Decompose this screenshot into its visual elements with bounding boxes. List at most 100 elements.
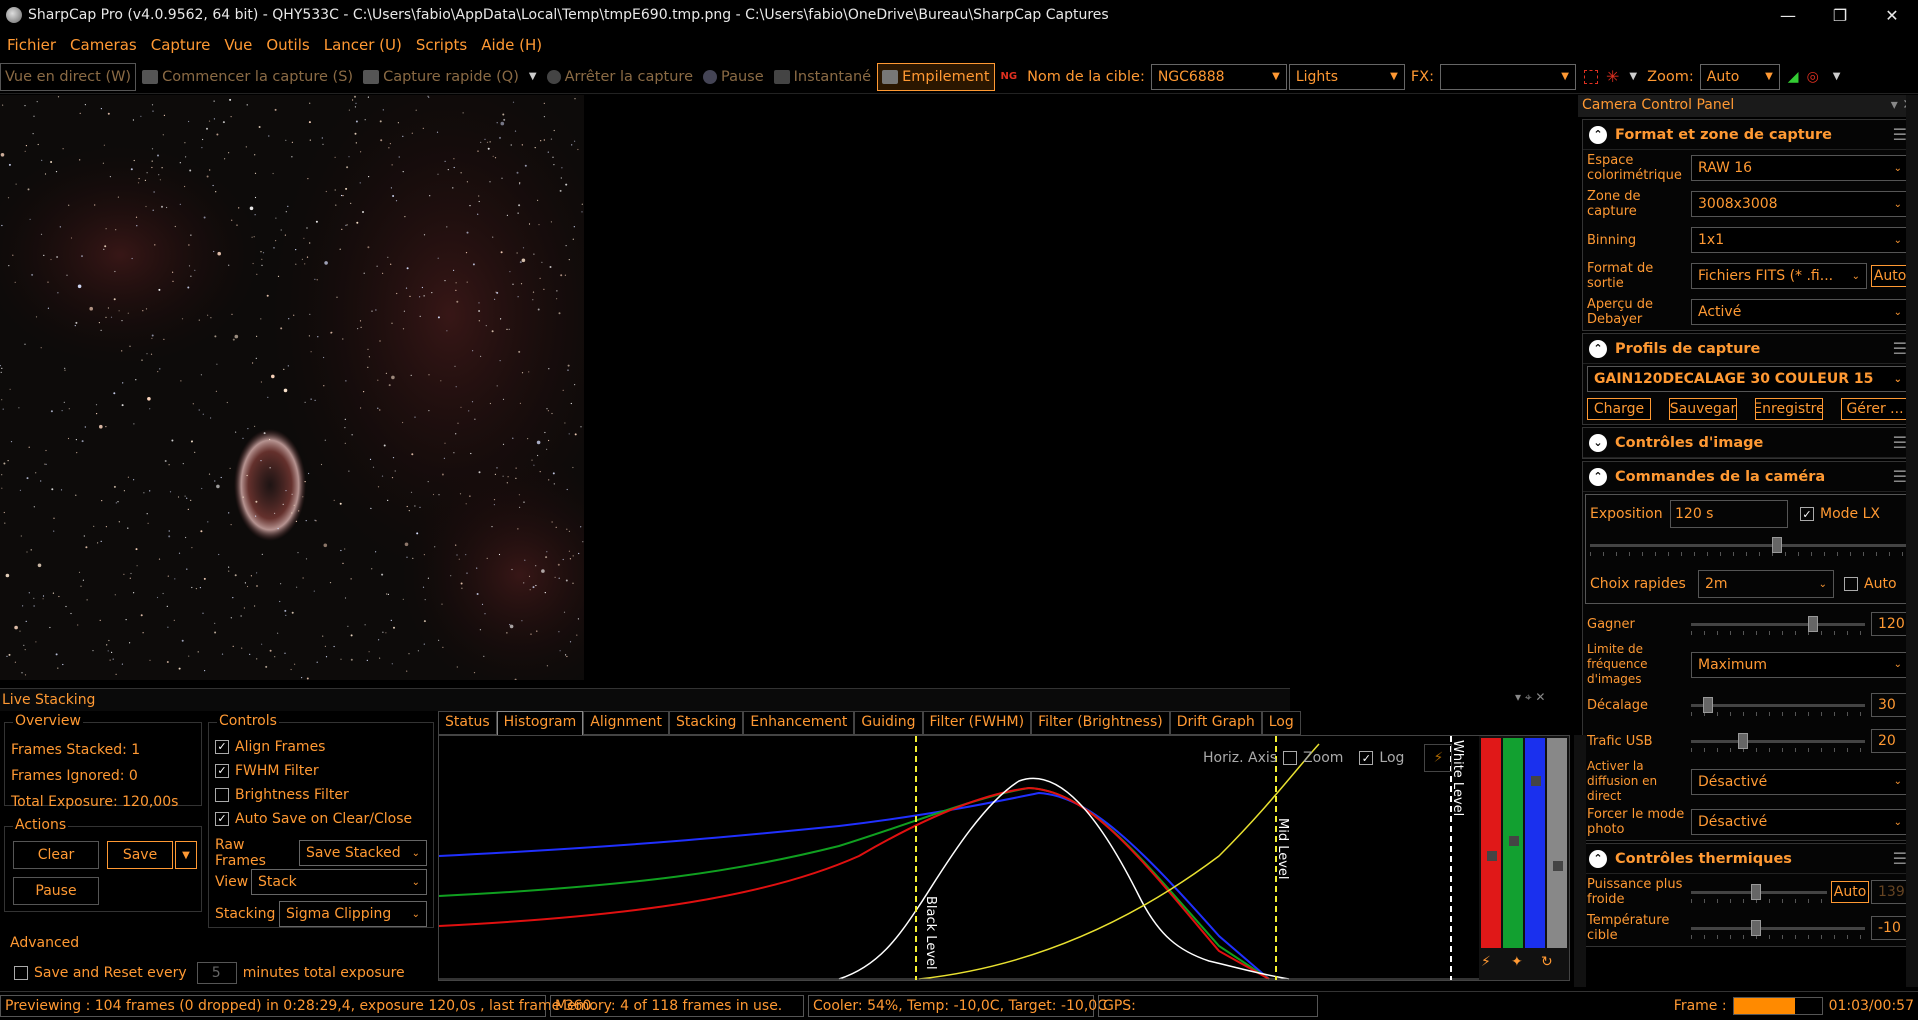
exposure-slider[interactable] (1590, 535, 1906, 563)
gain-value[interactable]: 120 (1871, 612, 1909, 636)
offset-slider[interactable] (1691, 695, 1865, 716)
tab-drift-graph[interactable]: Drift Graph (1169, 711, 1262, 735)
auto-exposure-checkbox[interactable] (1844, 577, 1858, 591)
offset-thumb[interactable] (1703, 697, 1714, 713)
fps-combo[interactable]: Maximum ⌄ (1691, 651, 1909, 678)
menu-aide[interactable]: Aide (H) (474, 36, 549, 54)
colorspace-combo[interactable]: RAW 16 ⌄ (1691, 155, 1909, 181)
tab-histogram[interactable]: Histogram (496, 711, 584, 735)
gain-slider[interactable] (1691, 614, 1865, 635)
tab-filter-brightness[interactable]: Filter (Brightness) (1031, 711, 1170, 735)
green-thumb[interactable] (1509, 836, 1519, 846)
stacking-combo[interactable]: Sigma Clipping ⌄ (279, 901, 427, 927)
minutes-stepper[interactable]: 5 (196, 962, 237, 984)
red-channel-bar[interactable] (1481, 738, 1501, 948)
frame-type-combo[interactable]: Lights ▼ (1288, 63, 1405, 90)
offset-value[interactable]: 30 (1871, 693, 1909, 717)
menu-capture[interactable]: Capture (144, 36, 218, 54)
collapse-icon[interactable]: ⌃ (1589, 467, 1607, 486)
cooler-auto-button[interactable]: Auto (1831, 881, 1869, 903)
red-thumb[interactable] (1487, 851, 1497, 861)
camera-controls-header[interactable]: ⌃ Commandes de la caméra ☰ (1583, 462, 1913, 492)
log-checkbox[interactable]: ✓ (1359, 751, 1374, 765)
manage-profiles-button[interactable]: Gérer ... (1841, 398, 1909, 420)
load-profile-button[interactable]: Charge (1587, 398, 1651, 420)
image-controls-header[interactable]: ⌄ Contrôles d'image ☰ (1583, 428, 1913, 458)
exposure-input[interactable]: 120 s (1670, 500, 1788, 528)
star-icon[interactable]: ✦ (1511, 954, 1523, 970)
lx-mode-checkbox[interactable]: ✓ (1800, 507, 1814, 521)
usb-thumb[interactable] (1738, 733, 1749, 749)
histogram-icon[interactable]: ◢ (1788, 69, 1799, 85)
snapshot-button[interactable]: Instantané (770, 63, 875, 91)
stacking-button[interactable]: Empilement (877, 62, 995, 91)
profiles-section-header[interactable]: ⌃ Profils de capture ☰ (1583, 334, 1913, 364)
minimize-icon[interactable]: — (1762, 0, 1814, 30)
lum-channel-bar[interactable] (1547, 738, 1567, 948)
hamburger-icon[interactable]: ☰ (1893, 849, 1907, 868)
tab-filter-fwhm[interactable]: Filter (FWHM) (922, 711, 1032, 735)
tab-alignment[interactable]: Alignment (583, 711, 669, 735)
hamburger-icon[interactable]: ☰ (1893, 339, 1907, 358)
start-capture-button[interactable]: Commencer la capture (S) (138, 63, 357, 91)
stream-combo[interactable]: Désactivé ⌄ (1691, 768, 1909, 795)
tab-guiding[interactable]: Guiding (854, 711, 923, 735)
close-icon[interactable]: ✕ (1866, 0, 1918, 30)
lum-thumb[interactable] (1553, 861, 1563, 871)
pause-stacking-button[interactable]: Pause (13, 877, 99, 905)
chevron-down-icon[interactable]: ▼ (1629, 71, 1637, 82)
menu-outils[interactable]: Outils (259, 36, 316, 54)
reset-icon[interactable]: ↻ (1541, 954, 1553, 970)
menu-scripts[interactable]: Scripts (409, 36, 474, 54)
tab-stacking[interactable]: Stacking (668, 711, 744, 735)
menu-lancer[interactable]: Lancer (U) (317, 36, 409, 54)
save-profile-button[interactable]: Sauvegar (1669, 398, 1737, 420)
blue-thumb[interactable] (1531, 776, 1541, 786)
tab-status[interactable]: Status (438, 711, 497, 735)
fwhm-filter-checkbox[interactable]: ✓ (215, 764, 229, 778)
photo-mode-combo[interactable]: Désactivé ⌄ (1691, 809, 1909, 835)
tab-enhancement[interactable]: Enhancement (743, 711, 855, 735)
save-reset-checkbox[interactable] (14, 966, 28, 980)
usb-value[interactable]: 20 (1871, 729, 1909, 753)
target-temp-value[interactable]: -10 (1871, 916, 1909, 940)
zoom-combo[interactable]: Auto ▼ (1699, 63, 1780, 90)
align-frames-checkbox[interactable]: ✓ (215, 740, 229, 754)
save-button[interactable]: Save (107, 841, 173, 869)
chevron-down-icon[interactable]: ▼ (1833, 71, 1841, 82)
cooler-power-slider[interactable] (1691, 882, 1827, 903)
thermal-header[interactable]: ⌃ Contrôles thermiques ☰ (1583, 844, 1913, 874)
save-dropdown-icon[interactable]: ▼ (175, 841, 197, 869)
output-auto-button[interactable]: Auto (1871, 265, 1909, 287)
roi-icon[interactable] (1584, 69, 1598, 84)
collapse-icon[interactable]: ⌃ (1589, 849, 1607, 868)
binning-combo[interactable]: 1x1 ⌄ (1691, 227, 1909, 253)
menu-vue[interactable]: Vue (217, 36, 259, 54)
profile-combo[interactable]: GAIN120DECALAGE 30 COULEUR 15 ⌄ (1587, 366, 1909, 392)
gain-thumb[interactable] (1807, 616, 1818, 632)
tab-log[interactable]: Log (1261, 711, 1301, 735)
record-profile-button[interactable]: Enregistre (1755, 398, 1823, 420)
brightness-filter-checkbox[interactable] (215, 788, 229, 802)
auto-save-checkbox[interactable]: ✓ (215, 812, 229, 826)
output-combo[interactable]: Fichiers FITS (* .fi... ⌄ (1691, 263, 1867, 289)
hamburger-icon[interactable]: ☰ (1893, 125, 1907, 144)
menu-fichier[interactable]: Fichier (0, 36, 63, 54)
hamburger-icon[interactable]: ☰ (1893, 433, 1907, 452)
raw-frames-combo[interactable]: Save Stacked ⌄ (299, 840, 427, 866)
chevron-down-icon[interactable]: ▼ (529, 71, 537, 82)
quick-choice-combo[interactable]: 2m ⌄ (1698, 570, 1834, 598)
menu-cameras[interactable]: Cameras (63, 36, 144, 54)
expand-icon[interactable]: ⌄ (1589, 433, 1607, 452)
format-section-header[interactable]: ⌃ Format et zone de capture ☰ (1583, 120, 1913, 150)
debayer-combo[interactable]: Activé ⌄ (1691, 299, 1909, 325)
fx-combo[interactable]: ▼ (1440, 63, 1576, 90)
target-temp-slider[interactable] (1691, 918, 1865, 939)
lightning-icon[interactable]: ⚡ (1481, 954, 1491, 970)
histogram-display[interactable]: Black Level Mid Level White Level Horiz.… (438, 735, 1570, 981)
blue-channel-bar[interactable] (1525, 738, 1545, 948)
view-combo[interactable]: Stack ⌄ (251, 869, 427, 895)
quick-capture-button[interactable]: Capture rapide (Q) ▼ (359, 63, 541, 91)
restore-icon[interactable]: ❐ (1814, 0, 1866, 30)
crosshair-icon[interactable]: ✳ (1606, 67, 1619, 86)
